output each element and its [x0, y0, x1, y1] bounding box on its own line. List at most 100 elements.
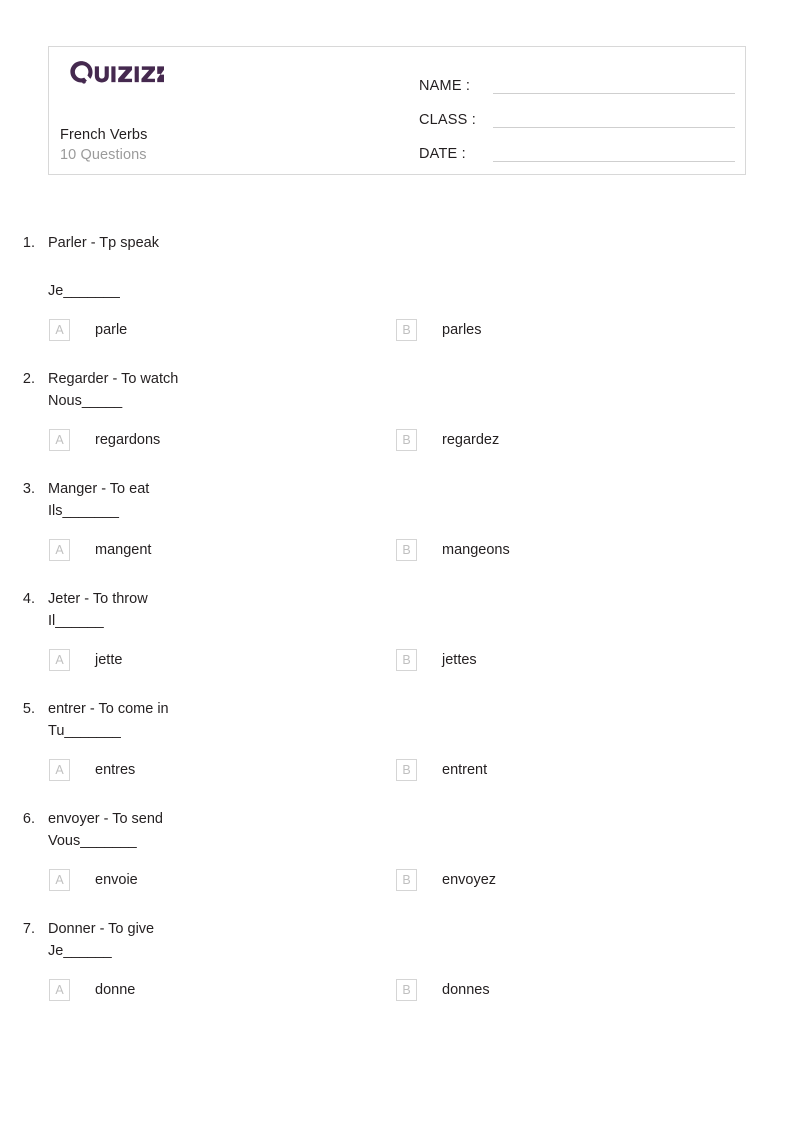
- question-body: Jeter - To throw Il______: [48, 588, 148, 632]
- option-b-text: parles: [442, 322, 482, 338]
- worksheet-header-card: French Verbs 10 Questions NAME : CLASS :…: [48, 46, 746, 175]
- question-blank-line: Je_______: [48, 283, 120, 299]
- option-b-badge[interactable]: B: [396, 979, 417, 1001]
- question-block: 3. Manger - To eat Ils_______ Amangent Bmang…: [0, 478, 794, 561]
- question-body: Manger - To eat Ils_______: [48, 478, 149, 522]
- option-b-badge[interactable]: B: [396, 869, 417, 891]
- class-label: CLASS :: [419, 112, 477, 128]
- question-block: 6. envoyer - To send Vous_______ Aenvoie Ben…: [0, 808, 794, 891]
- class-input-line[interactable]: [493, 127, 735, 128]
- option-a-text: envoie: [95, 872, 138, 888]
- question-blank-line: Ils_______: [48, 503, 119, 519]
- quiz-title: French Verbs: [60, 127, 148, 143]
- option-b-text: envoyez: [442, 872, 497, 888]
- option-a-badge[interactable]: A: [49, 759, 70, 781]
- question-number: 5.: [22, 701, 35, 717]
- question-block: 1. Parler - Tp speak Je_______ Aparle Bparle…: [0, 232, 794, 341]
- option-a[interactable]: Aenvoie: [0, 869, 349, 891]
- option-row: Aparle Bparles: [0, 319, 794, 341]
- option-b[interactable]: Bparles: [349, 319, 698, 341]
- question-blank-line: Nous_____: [48, 393, 123, 409]
- question-blank-line: Vous_______: [48, 833, 137, 849]
- name-label: NAME :: [419, 78, 471, 94]
- option-a-badge[interactable]: A: [49, 539, 70, 561]
- date-field-row: DATE :: [419, 132, 735, 166]
- question-body: entrer - To come in Tu_______: [48, 698, 169, 742]
- option-b[interactable]: Benvoyez: [349, 869, 698, 891]
- question-block: 7. Donner - To give Je______ Adonne Bdonnes: [0, 918, 794, 1001]
- question-head: 7. Donner - To give Je______: [0, 918, 794, 962]
- question-block: 4. Jeter - To throw Il______ Ajette Bjettes: [0, 588, 794, 671]
- header-left-block: [60, 57, 400, 85]
- option-a-text: entres: [95, 762, 136, 778]
- option-b-badge[interactable]: B: [396, 429, 417, 451]
- question-body: Parler - Tp speak Je_______: [48, 232, 159, 302]
- option-a[interactable]: Aparle: [0, 319, 349, 341]
- student-info-fields: NAME : CLASS : DATE :: [419, 64, 735, 166]
- question-head: 6. envoyer - To send Vous_______: [0, 808, 794, 852]
- question-prompt: envoyer - To send: [48, 811, 163, 827]
- option-b-badge[interactable]: B: [396, 649, 417, 671]
- option-a-badge[interactable]: A: [49, 649, 70, 671]
- question-body: envoyer - To send Vous_______: [48, 808, 163, 852]
- option-b-badge[interactable]: B: [396, 539, 417, 561]
- date-label: DATE :: [419, 146, 466, 162]
- option-a-text: mangent: [95, 542, 152, 558]
- option-a[interactable]: Adonne: [0, 979, 349, 1001]
- question-body: Regarder - To watch Nous_____: [48, 368, 178, 412]
- option-a-text: regardons: [95, 432, 161, 448]
- question-head: 1. Parler - Tp speak Je_______: [0, 232, 794, 302]
- question-prompt: Regarder - To watch: [48, 371, 179, 387]
- question-body: Donner - To give Je______: [48, 918, 154, 962]
- option-b-badge[interactable]: B: [396, 759, 417, 781]
- option-b-text: jettes: [442, 652, 477, 668]
- class-field-row: CLASS :: [419, 98, 735, 132]
- option-a-text: donne: [95, 982, 136, 998]
- question-number: 7.: [22, 921, 35, 937]
- option-a[interactable]: Ajette: [0, 649, 349, 671]
- question-head: 3. Manger - To eat Ils_______: [0, 478, 794, 522]
- option-b-badge[interactable]: B: [396, 319, 417, 341]
- option-a[interactable]: Aregardons: [0, 429, 349, 451]
- option-b[interactable]: Bmangeons: [349, 539, 698, 561]
- option-b[interactable]: Bjettes: [349, 649, 698, 671]
- date-input-line[interactable]: [493, 161, 735, 162]
- question-number: 6.: [22, 811, 35, 827]
- option-b[interactable]: Bentrent: [349, 759, 698, 781]
- option-a-text: parle: [95, 322, 128, 338]
- question-prompt: entrer - To come in: [48, 701, 169, 717]
- name-input-line[interactable]: [493, 93, 735, 94]
- question-block: 2. Regarder - To watch Nous_____ Aregardons…: [0, 368, 794, 451]
- question-number: 2.: [22, 371, 35, 387]
- question-prompt: Manger - To eat: [48, 481, 150, 497]
- question-block: 5. entrer - To come in Tu_______ Aentres Ben…: [0, 698, 794, 781]
- name-field-row: NAME :: [419, 64, 735, 98]
- option-b-text: regardez: [442, 432, 500, 448]
- question-blank-line: Il______: [48, 613, 104, 629]
- option-a[interactable]: Amangent: [0, 539, 349, 561]
- option-b[interactable]: Bdonnes: [349, 979, 698, 1001]
- option-row: Amangent Bmangeons: [0, 539, 794, 561]
- question-blank-line: Je______: [48, 943, 112, 959]
- question-head: 5. entrer - To come in Tu_______: [0, 698, 794, 742]
- question-prompt: Jeter - To throw: [48, 591, 148, 607]
- option-a-badge[interactable]: A: [49, 979, 70, 1001]
- option-b-text: mangeons: [442, 542, 510, 558]
- option-row: Aentres Bentrent: [0, 759, 794, 781]
- question-prompt: Parler - Tp speak: [48, 235, 159, 251]
- option-row: Ajette Bjettes: [0, 649, 794, 671]
- question-head: 2. Regarder - To watch Nous_____: [0, 368, 794, 412]
- question-number: 4.: [22, 591, 35, 607]
- option-b[interactable]: Bregardez: [349, 429, 698, 451]
- question-blank-line: Tu_______: [48, 723, 121, 739]
- option-a[interactable]: Aentres: [0, 759, 349, 781]
- option-a-badge[interactable]: A: [49, 429, 70, 451]
- option-row: Aregardons Bregardez: [0, 429, 794, 451]
- option-b-text: donnes: [442, 982, 490, 998]
- option-a-badge[interactable]: A: [49, 319, 70, 341]
- option-a-badge[interactable]: A: [49, 869, 70, 891]
- question-number: 3.: [22, 481, 35, 497]
- option-b-text: entrent: [442, 762, 488, 778]
- question-prompt: Donner - To give: [48, 921, 155, 937]
- option-a-text: jette: [95, 652, 123, 668]
